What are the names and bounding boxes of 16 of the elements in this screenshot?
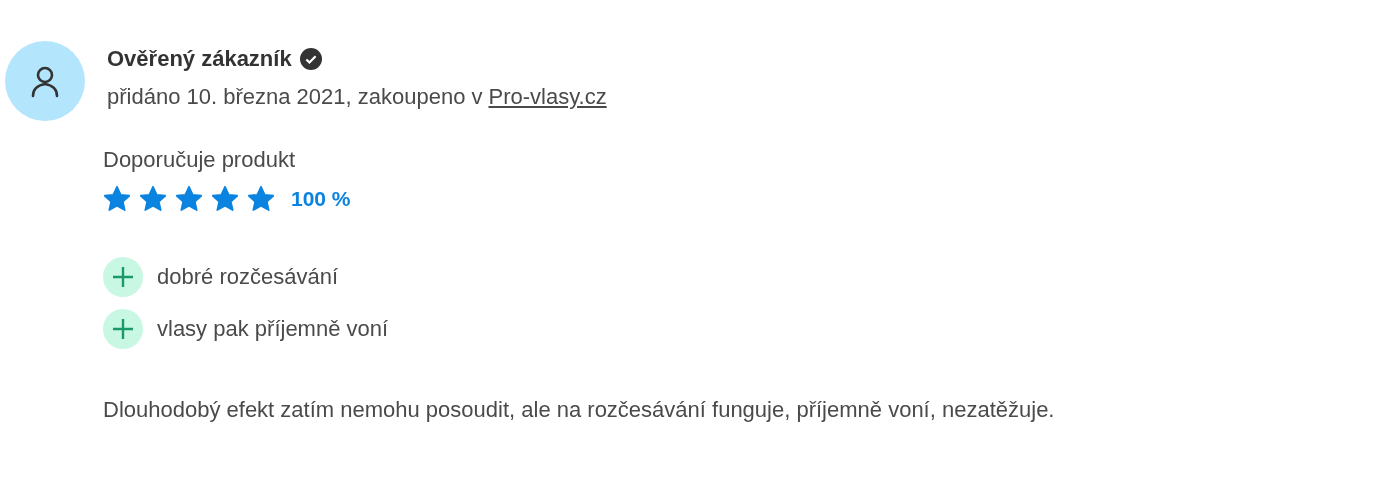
review-text: Dlouhodobý efekt zatím nemohu posoudit, ale na rozčesávání funguje, příjemně voní, nezatěžuje. xyxy=(103,397,1056,423)
rating-score: 100 % xyxy=(291,187,351,211)
plus-icon xyxy=(103,257,143,297)
author-name: Ověřený zákazník xyxy=(107,46,292,72)
avatar-icon xyxy=(5,41,85,121)
star-icon xyxy=(247,185,275,213)
plus-icon xyxy=(103,309,143,349)
review-point: dobré rozčesávání xyxy=(157,264,338,290)
star-icon xyxy=(175,185,203,213)
star-icon xyxy=(103,185,131,213)
star-icon xyxy=(139,185,167,213)
star-icon xyxy=(211,185,239,213)
review-date: přidáno 10. března 2021, zakoupeno v xyxy=(107,84,483,110)
recommendation-label: Doporučuje produkt xyxy=(103,146,296,174)
review-point: vlasy pak příjemně voní xyxy=(157,316,389,342)
shop-link[interactable]: Pro-vlasy.cz xyxy=(488,84,607,110)
